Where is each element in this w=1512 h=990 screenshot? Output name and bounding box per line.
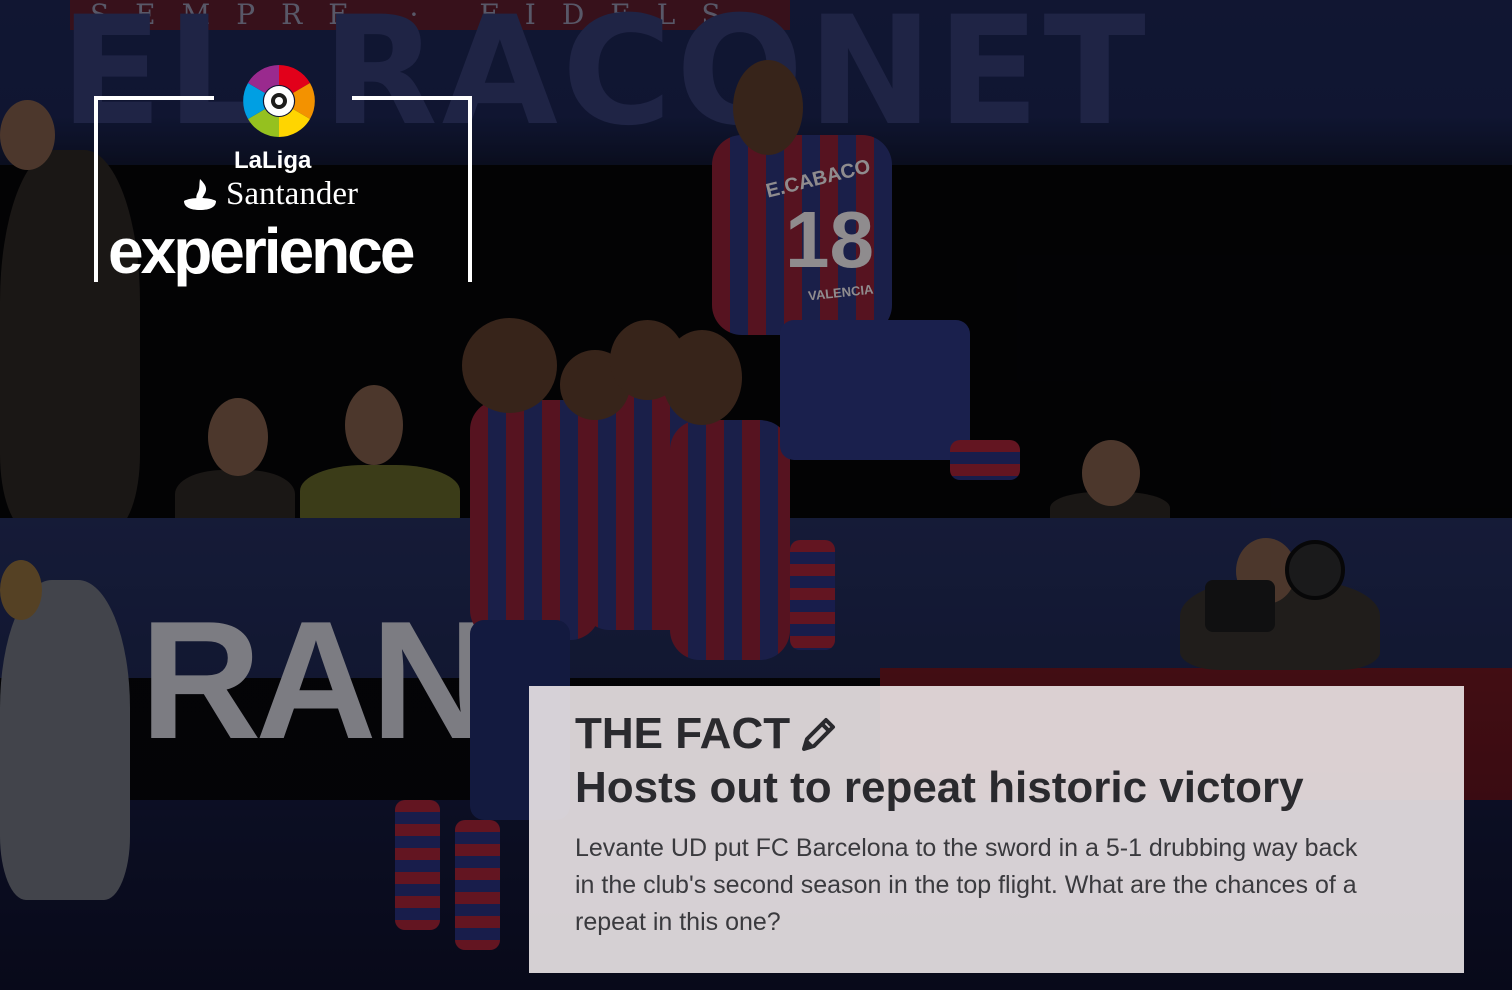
fact-body: Levante UD put FC Barcelona to the sword… — [575, 834, 1358, 936]
brand-laliga: LaLiga — [234, 147, 312, 174]
logo-frame-left — [94, 96, 98, 282]
santander-flame-icon — [184, 179, 216, 210]
logo-frame-top-right — [352, 96, 472, 100]
fact-kicker-label: THE FACT — [575, 709, 791, 758]
brand-santander-row: Santander — [180, 176, 470, 212]
logo-frame-top-left — [94, 96, 214, 100]
laliga-ball-icon — [243, 65, 315, 137]
fact-title: Hosts out to repeat historic victory — [575, 763, 1304, 812]
pencil-icon — [802, 718, 836, 751]
laliga-experience-logo: LaLiga Santander experience — [94, 58, 474, 287]
fact-kicker: THE FACT — [575, 708, 840, 760]
brand-experience: experience — [108, 215, 415, 287]
fact-card: THE FACT Hosts out to repeat historic vi… — [529, 686, 1464, 973]
brand-santander: Santander — [226, 176, 358, 212]
